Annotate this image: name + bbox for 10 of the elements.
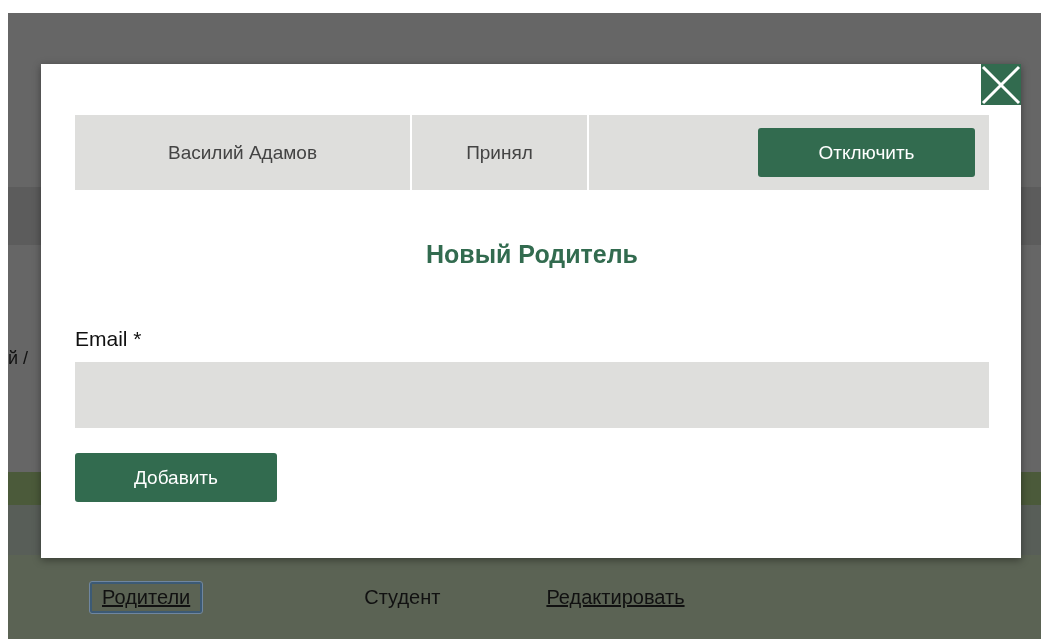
add-button[interactable]: Добавить xyxy=(75,453,277,502)
status-cell: Принял xyxy=(412,115,589,190)
parent-name-cell: Василий Адамов xyxy=(75,115,412,190)
breadcrumb-text: й / xyxy=(8,348,29,369)
close-button[interactable] xyxy=(981,64,1021,105)
modal-heading: Новый Родитель xyxy=(425,240,639,269)
disconnect-button[interactable]: Отключить xyxy=(758,128,975,177)
email-input[interactable] xyxy=(75,362,989,428)
role-text: Студент xyxy=(363,584,442,610)
email-label: Email * xyxy=(75,327,142,351)
